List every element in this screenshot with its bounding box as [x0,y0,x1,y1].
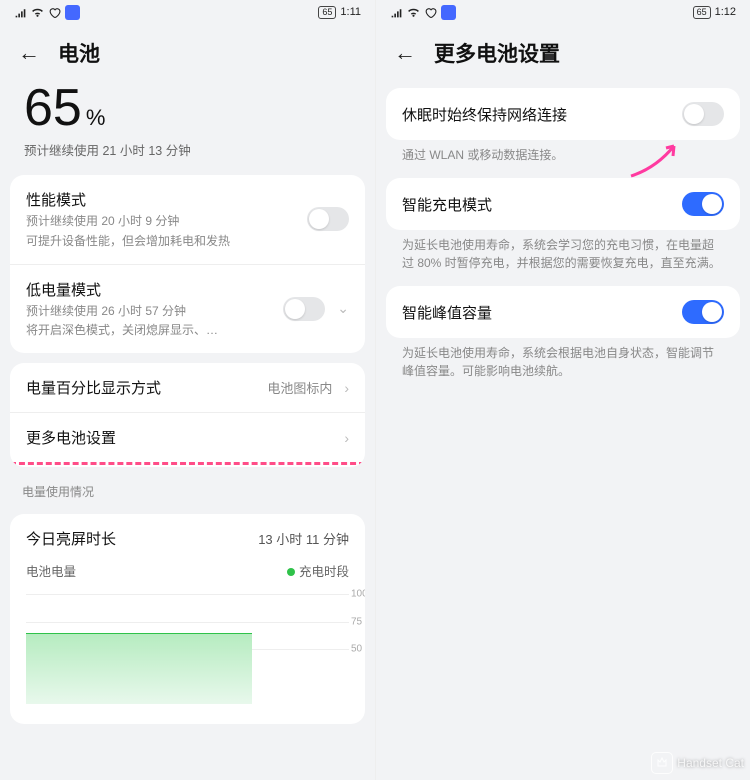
keep-network-toggle[interactable] [682,102,724,126]
chevron-down-icon[interactable]: ⌄ [337,300,349,317]
usage-card: 今日亮屏时长 13 小时 11 分钟 电池电量 充电时段 100 75 50 [10,514,365,724]
smart-peak-toggle[interactable] [682,300,724,324]
chart-series-label: 电池电量 [26,561,76,580]
signal-icon [14,6,27,19]
smart-peak-capacity-row[interactable]: 智能峰值容量 [386,286,740,338]
row-value: 电池图标内 [267,378,332,397]
y-tick: 75 [351,616,362,627]
low-power-mode-toggle[interactable] [283,297,325,321]
phone-right: 65 1:12 ← 更多电池设置 休眠时始终保持网络连接 通过 WLAN 或移动… [375,0,750,780]
y-tick: 50 [351,644,362,655]
settings-card: 电量百分比显示方式 电池图标内 › 更多电池设置 › [10,363,365,467]
screen-time-label: 今日亮屏时长 [26,528,116,549]
battery-percent: 65 [24,78,82,138]
battery-hero: 65 % 预计继续使用 21 小时 13 分钟 [0,78,375,165]
watermark: Handset Cat [651,752,744,774]
row-title: 低电量模式 [26,279,271,300]
chart-area [26,633,252,705]
usage-section-label: 电量使用情况 [0,467,375,504]
screen-time-value: 13 小时 11 分钟 [258,529,349,548]
app-icon [65,5,80,20]
page-title: 更多电池设置 [434,38,560,68]
smart-peak-card: 智能峰值容量 [386,286,740,338]
status-bar: 65 1:11 [0,0,375,24]
watermark-icon [651,752,673,774]
battery-indicator: 65 [693,6,711,19]
row-title: 性能模式 [26,189,295,210]
row-desc: 将开启深色模式，关闭熄屏显示、… [26,322,271,339]
row-title: 电量百分比显示方式 [26,377,255,398]
performance-mode-row[interactable]: 性能模式 预计继续使用 20 小时 9 分钟 可提升设备性能，但会增加耗电和发热 [10,175,365,264]
smart-peak-note: 为延长电池使用寿命，系统会根据电池自身状态，智能调节峰值容量。可能影响电池续航。 [376,338,750,384]
performance-mode-toggle[interactable] [307,207,349,231]
heart-icon [424,6,437,19]
signal-icon [390,6,403,19]
percent-display-row[interactable]: 电量百分比显示方式 电池图标内 › [10,363,365,412]
percent-unit: % [86,105,106,131]
battery-estimate: 预计继续使用 21 小时 13 分钟 [24,140,351,159]
row-title: 更多电池设置 [26,427,332,448]
page-header: ← 电池 [0,24,375,78]
heart-icon [48,6,61,19]
back-icon[interactable]: ← [394,42,416,64]
row-desc: 可提升设备性能，但会增加耗电和发热 [26,233,295,250]
wifi-icon [407,6,420,19]
smart-charging-card: 智能充电模式 [386,178,740,230]
clock: 1:12 [715,6,736,18]
row-subtitle: 预计继续使用 20 小时 9 分钟 [26,213,295,230]
smart-charging-note: 为延长电池使用寿命，系统会学习您的充电习惯，在电量超过 80% 时暂停充电，并根… [376,230,750,276]
legend-dot-icon [287,568,295,576]
low-power-mode-row[interactable]: 低电量模式 预计继续使用 26 小时 57 分钟 将开启深色模式，关闭熄屏显示、… [10,264,365,354]
page-title: 电池 [58,38,100,68]
keep-network-on-sleep-row[interactable]: 休眠时始终保持网络连接 [386,88,740,140]
page-header: ← 更多电池设置 [376,24,750,78]
battery-chart[interactable]: 100 75 50 [26,594,349,704]
row-title: 休眠时始终保持网络连接 [402,104,670,125]
clock: 1:11 [340,6,361,18]
row-title: 智能峰值容量 [402,302,670,323]
chevron-right-icon: › [344,430,349,446]
more-battery-settings-row[interactable]: 更多电池设置 › [10,412,365,465]
chevron-right-icon: › [344,380,349,396]
keep-network-note: 通过 WLAN 或移动数据连接。 [376,140,750,168]
smart-charging-row[interactable]: 智能充电模式 [386,178,740,230]
y-tick: 100 [351,589,365,600]
row-title: 智能充电模式 [402,194,670,215]
smart-charging-toggle[interactable] [682,192,724,216]
wifi-icon [31,6,44,19]
status-bar: 65 1:12 [376,0,750,24]
app-icon [441,5,456,20]
watermark-text: Handset Cat [677,756,744,770]
phone-left: 65 1:11 ← 电池 65 % 预计继续使用 21 小时 13 分钟 性能模… [0,0,375,780]
sleep-network-card: 休眠时始终保持网络连接 [386,88,740,140]
row-subtitle: 预计继续使用 26 小时 57 分钟 [26,303,271,320]
back-icon[interactable]: ← [18,42,40,64]
chart-legend: 充电时段 [287,561,349,580]
battery-indicator: 65 [318,6,336,19]
modes-card: 性能模式 预计继续使用 20 小时 9 分钟 可提升设备性能，但会增加耗电和发热… [10,175,365,353]
